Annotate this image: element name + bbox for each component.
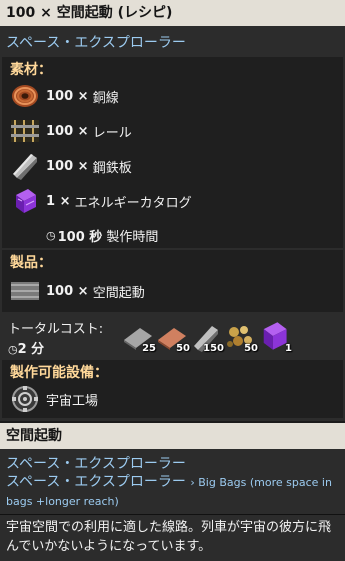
mod-chain-line: スペース・エクスプローラー › Big Bags (more space in … — [0, 473, 345, 511]
product-row: 100 × 空間起動 — [10, 276, 145, 306]
space-manufactory-icon — [10, 385, 40, 413]
space-rail-icon — [10, 277, 40, 305]
ore-chunks-icon: 50 — [224, 320, 258, 354]
iron-plate-icon: 25 — [122, 320, 156, 354]
total-cost-label: トータルコスト: — [8, 322, 104, 337]
ingredient-row: 100 × レール — [10, 116, 132, 146]
made-in-row: 宇宙工場 — [10, 384, 98, 414]
divider — [0, 514, 345, 515]
ingredients-header: 素材： — [10, 62, 52, 78]
total-time: ◷2 分 — [8, 342, 45, 357]
clock-icon: ◷ — [8, 343, 18, 356]
steel-plate-icon: 150 — [190, 320, 224, 354]
made-in-header: 製作可能設備： — [10, 365, 108, 381]
total-cost-icons: 25 50 150 50 1 — [122, 320, 292, 354]
made-in-section: 製作可能設備： 宇宙工場 — [2, 360, 343, 418]
clock-icon: ◷ — [46, 228, 56, 242]
recipe-tooltip: 100 × 空間起動 (レシピ) スペース・エクスプローラー 素材： 100 ×… — [0, 0, 345, 421]
dlc-link[interactable]: スペース・エクスプローラー — [6, 474, 186, 490]
ingredient-row: 100 × 銅線 — [10, 81, 119, 111]
recipe-title: 100 × 空間起動 (レシピ) — [0, 0, 345, 26]
craft-time-row: ◷ 100 秒 製作時間 — [46, 228, 159, 245]
rail-icon — [10, 117, 40, 145]
ingredients-section: 素材： 100 × 銅線 100 × レール 100 × 鋼鉄板 1 × エネル… — [2, 57, 343, 248]
item-tooltip: 空間起動 スペース・エクスプローラー スペース・エクスプローラー › Big B… — [0, 423, 345, 561]
ingredient-row: 100 × 鋼鉄板 — [10, 151, 132, 181]
dlc-link[interactable]: スペース・エクスプローラー — [0, 453, 345, 473]
item-title: 空間起動 — [0, 423, 345, 449]
dlc-link[interactable]: スペース・エクスプローラー — [0, 32, 345, 52]
energy-catalog-icon — [10, 187, 40, 215]
products-header: 製品： — [10, 255, 52, 271]
copper-cable-icon — [10, 82, 40, 110]
item-description: 宇宙空間での利用に適した線路。列車が宇宙の彼方に飛んでいかないようになっています… — [6, 520, 332, 554]
ingredient-row: 1 × エネルギーカタログ — [10, 186, 192, 216]
steel-plate-icon — [10, 152, 40, 180]
energy-catalog-icon: 1 — [258, 320, 292, 354]
copper-plate-icon: 50 — [156, 320, 190, 354]
products-section: 製品： 100 × 空間起動 — [2, 250, 343, 312]
